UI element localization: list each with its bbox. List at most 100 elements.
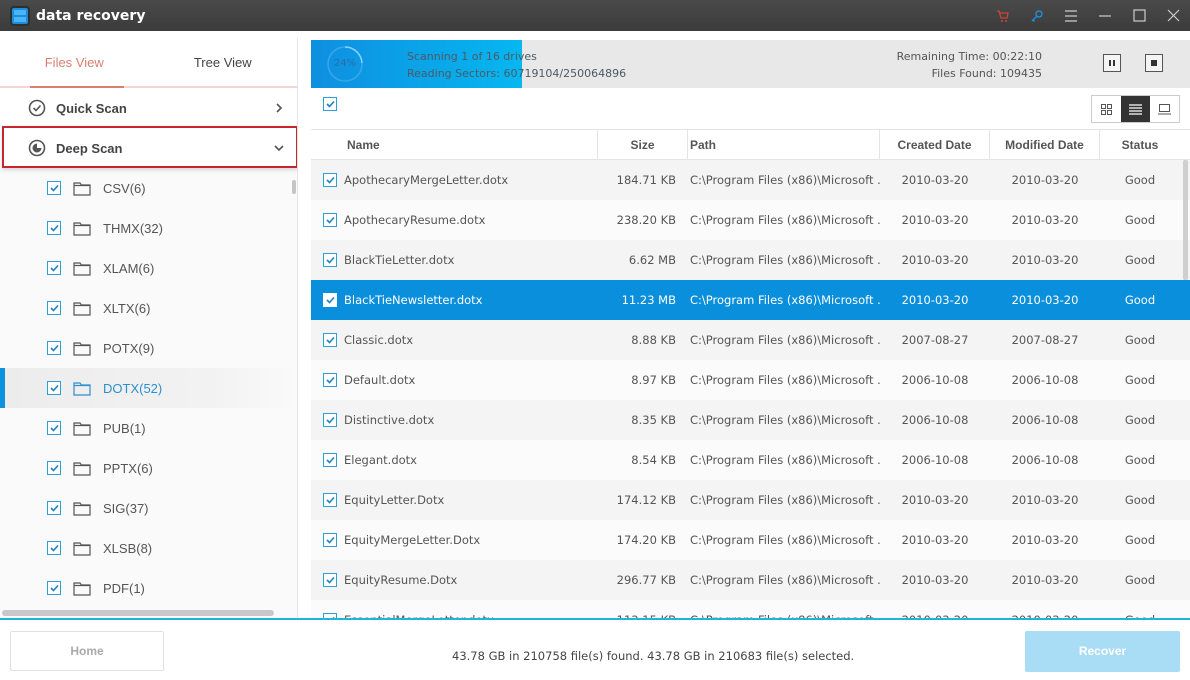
column-header-name[interactable]: Name [311, 130, 598, 159]
column-header-created-date[interactable]: Created Date [880, 130, 990, 159]
file-type-item[interactable]: XLAM(6) [0, 248, 297, 288]
table-row[interactable]: BlackTieNewsletter.dotx 11.23 MB C:\Progra… [311, 280, 1190, 320]
cell-status: Good [1124, 533, 1156, 547]
row-checkbox[interactable] [323, 533, 337, 547]
file-type-label: THMX(32) [103, 220, 163, 236]
scan-stats: Remaining Time: 00:22:10 Files Found: 10… [897, 48, 1042, 82]
file-type-checkbox[interactable] [47, 181, 61, 195]
stop-button[interactable] [1145, 54, 1163, 72]
row-checkbox[interactable] [323, 253, 337, 267]
row-checkbox[interactable] [323, 173, 337, 187]
column-header-modified-date[interactable]: Modified Date [990, 130, 1100, 159]
cell-path: C:\Program Files (x86)\Microsoft ... [690, 293, 880, 307]
file-type-checkbox[interactable] [47, 221, 61, 235]
recover-button[interactable]: Recover [1025, 631, 1180, 672]
cell-modified-date: 2007-08-27 [1011, 333, 1079, 347]
list-view-button[interactable] [1121, 96, 1150, 122]
file-type-item[interactable]: XLSB(8) [0, 528, 297, 568]
file-type-item[interactable]: SIG(37) [0, 488, 297, 528]
cell-created-date: 2010-03-20 [901, 573, 969, 587]
table-row[interactable]: Distinctive.dotx 8.35 KB C:\Program Files … [311, 400, 1190, 440]
table-row[interactable]: ApothecaryMergeLetter.dotx 184.71 KB C:\Pr… [311, 160, 1190, 200]
file-type-checkbox[interactable] [47, 541, 61, 555]
file-type-item[interactable]: PDF(1) [0, 568, 297, 608]
cell-name: BlackTieLetter.dotx [311, 253, 598, 267]
progress-percent: 24% [333, 58, 357, 69]
key-icon[interactable] [1020, 0, 1054, 31]
home-button[interactable]: Home [10, 631, 164, 671]
close-icon[interactable] [1156, 0, 1190, 31]
row-checkbox[interactable] [323, 333, 337, 347]
quick-scan-row[interactable]: Quick Scan [0, 88, 297, 128]
checkmark-icon [325, 416, 335, 424]
file-type-item[interactable]: POTX(9) [0, 328, 297, 368]
cell-status: Good [1124, 293, 1156, 307]
file-type-label: DOTX(52) [103, 380, 163, 396]
file-type-checkbox[interactable] [47, 461, 61, 475]
column-header-status[interactable]: Status [1100, 130, 1180, 159]
sidebar-vertical-scrollbar[interactable] [292, 180, 296, 194]
stop-icon [1151, 60, 1157, 66]
file-type-item[interactable]: THMX(32) [0, 208, 297, 248]
check-circle-icon [28, 99, 46, 117]
cell-modified-date: 2006-10-08 [1011, 373, 1079, 387]
file-type-label: POTX(9) [103, 340, 155, 356]
file-type-checkbox[interactable] [47, 301, 61, 315]
sidebar-horizontal-scrollbar[interactable] [2, 610, 274, 616]
file-type-checkbox[interactable] [47, 341, 61, 355]
row-checkbox[interactable] [323, 413, 337, 427]
table-row[interactable]: EquityMergeLetter.Dotx 174.20 KB C:\Progra… [311, 520, 1190, 560]
cart-icon[interactable] [986, 0, 1020, 31]
checkmark-icon [49, 384, 59, 392]
row-checkbox[interactable] [323, 293, 337, 307]
file-type-checkbox[interactable] [47, 501, 61, 515]
table-row[interactable]: Default.dotx 8.97 KB C:\Program Files (x86… [311, 360, 1190, 400]
file-type-item[interactable]: XLTX(6) [0, 288, 297, 328]
deep-scan-row[interactable]: Deep Scan [0, 128, 297, 168]
file-type-checkbox[interactable] [47, 581, 61, 595]
menu-icon[interactable] [1054, 0, 1088, 31]
cell-size: 8.54 KB [631, 453, 676, 467]
app-logo-icon [12, 7, 28, 24]
table-row[interactable]: EssentialMergeLetter.dotx113.15 KBC:\Pro… [311, 600, 1190, 618]
file-type-item[interactable]: PPTX(6) [0, 448, 297, 488]
file-type-checkbox[interactable] [47, 261, 61, 275]
grid-view-button[interactable] [1092, 96, 1121, 122]
table-row[interactable]: Classic.dotx 8.88 KB C:\Program Files (x86… [311, 320, 1190, 360]
file-type-item[interactable]: DOTX(52) [0, 368, 297, 408]
column-header-size[interactable]: Size [598, 130, 688, 159]
file-type-checkbox[interactable] [47, 381, 61, 395]
checkmark-icon [49, 464, 59, 472]
minimize-icon[interactable] [1088, 0, 1122, 31]
table-row[interactable]: ApothecaryResume.dotx 238.20 KB C:\Program… [311, 200, 1190, 240]
file-type-item[interactable]: CSV(6) [0, 168, 297, 208]
tab-tree-view[interactable]: Tree View [149, 38, 298, 86]
cell-modified-date: 2010-03-20 [1011, 533, 1079, 547]
table-vertical-scrollbar[interactable] [1183, 160, 1188, 280]
file-type-item[interactable]: PUB(1) [0, 408, 297, 448]
cell-size: 8.88 KB [631, 333, 676, 347]
cell-size: 238.20 KB [616, 213, 676, 227]
folder-icon [73, 382, 91, 396]
select-all-checkbox[interactable] [323, 97, 337, 111]
maximize-icon[interactable] [1122, 0, 1156, 31]
row-checkbox[interactable] [323, 373, 337, 387]
cell-path: C:\Program Files (x86)\Microsoft ... [690, 213, 880, 227]
row-checkbox[interactable] [323, 493, 337, 507]
row-checkbox[interactable] [323, 573, 337, 587]
table-row[interactable]: BlackTieLetter.dotx 6.62 MB C:\Program Fil… [311, 240, 1190, 280]
file-type-checkbox[interactable] [47, 421, 61, 435]
row-checkbox[interactable] [323, 453, 337, 467]
table-row[interactable]: Elegant.dotx 8.54 KB C:\Program Files (x86… [311, 440, 1190, 480]
row-checkbox[interactable] [323, 213, 337, 227]
table-row[interactable]: EquityLetter.Dotx 174.12 KB C:\Program Fil… [311, 480, 1190, 520]
folder-icon [73, 222, 91, 236]
column-header-path[interactable]: Path [688, 130, 880, 159]
table-row[interactable]: EquityResume.Dotx 296.77 KB C:\Program Fil… [311, 560, 1190, 600]
cell-created-date: 2007-08-27 [901, 333, 969, 347]
file-type-label: PDF(1) [103, 580, 145, 596]
pause-button[interactable] [1103, 54, 1121, 72]
preview-view-button[interactable] [1150, 96, 1179, 122]
tab-files-view[interactable]: Files View [0, 38, 149, 86]
file-type-label: PPTX(6) [103, 460, 153, 476]
